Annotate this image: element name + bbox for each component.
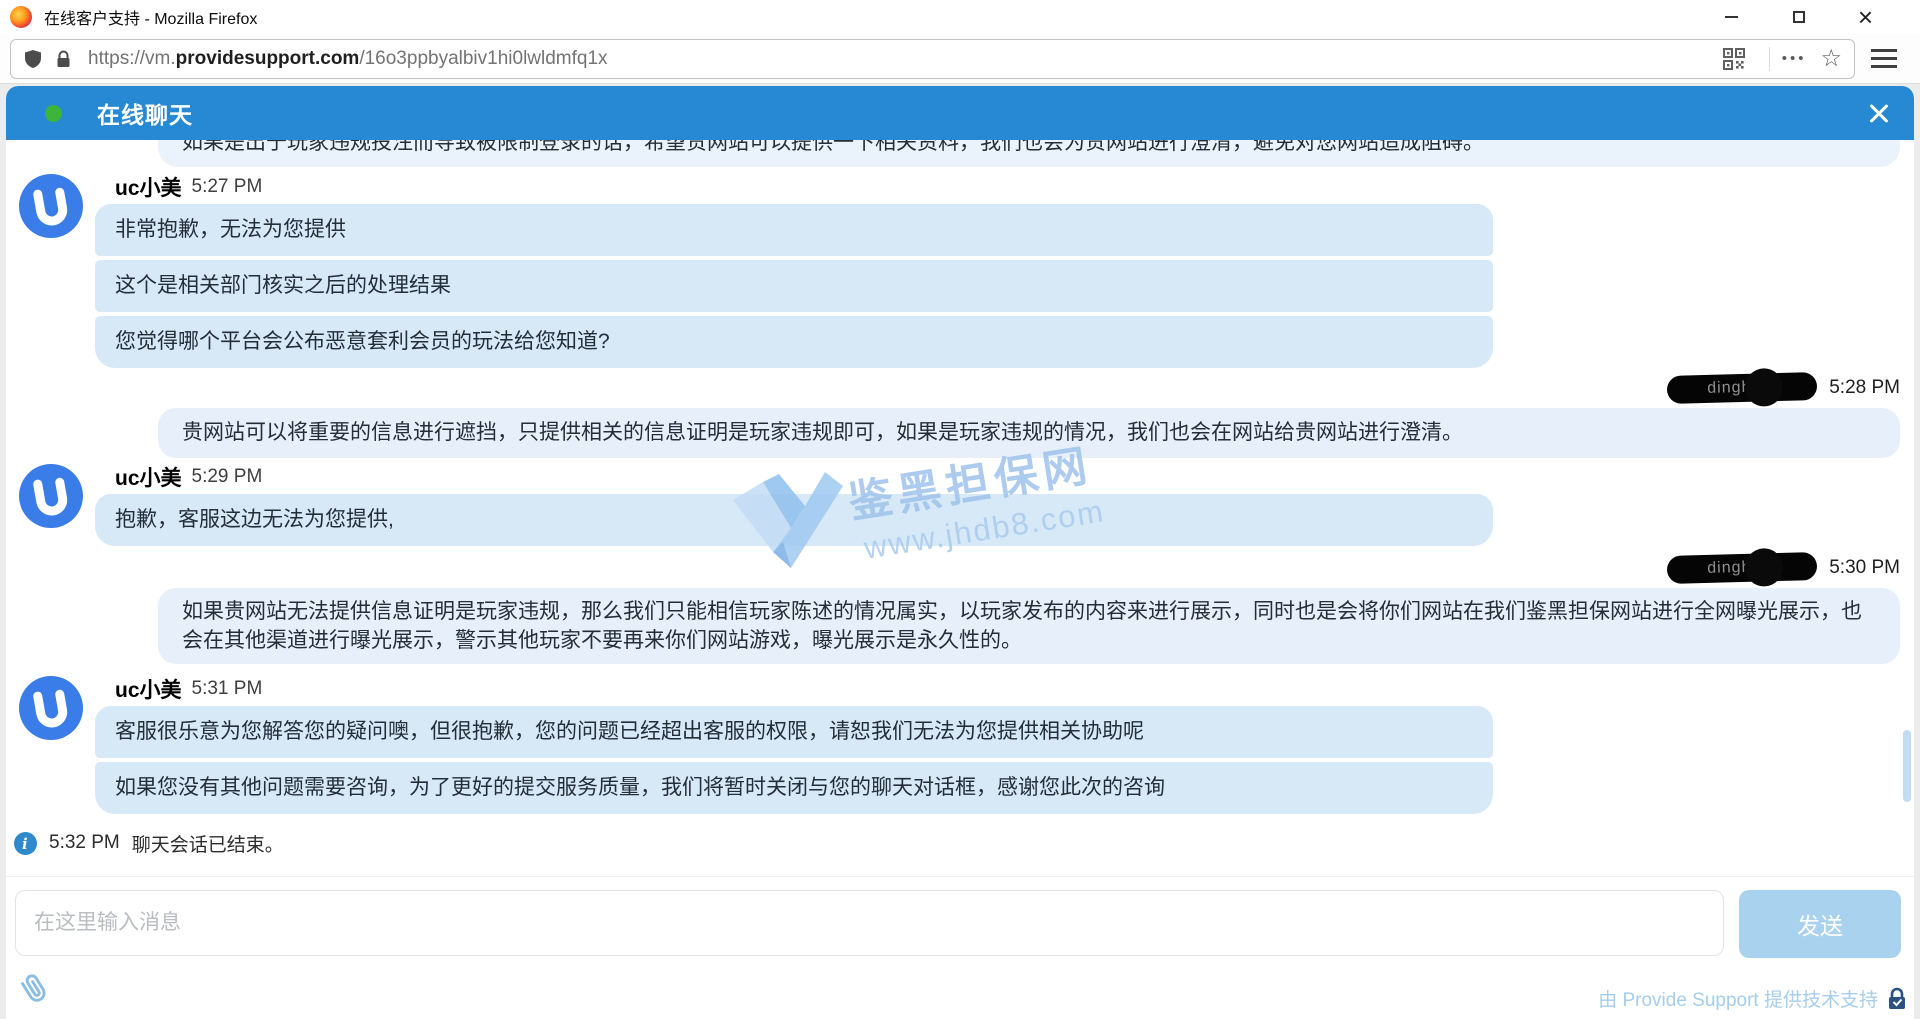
message-bubble: 客服很乐意为您解答您的疑问噢，但很抱歉，您的问题已经超出客服的权限，请恕我们无法… — [95, 706, 1493, 758]
user-message-group: dingh an 5:30 PM 如果贵网站无法提供信息证明是玩家违规，那么我们… — [20, 554, 1900, 664]
minimize-icon — [1725, 16, 1738, 18]
close-icon: × — [1858, 4, 1873, 30]
page-background: 在线聊天 如果是出于玩家违规投注而导致被限制登录的话，希望贵网站可以提供一下相关… — [0, 84, 1920, 1019]
scrollbar-thumb[interactable] — [1903, 730, 1911, 802]
agent-name: uc小美 — [115, 462, 182, 492]
agent-message-group: uc小美 5:31 PM 客服很乐意为您解答您的疑问噢，但很抱歉，您的问题已经超… — [20, 676, 1900, 814]
url-path: /16o3ppbyalbiv1hi0lwldmfq1x — [359, 48, 607, 69]
agent-name: uc小美 — [115, 172, 182, 202]
firefox-icon — [10, 6, 32, 28]
agent-name: uc小美 — [115, 674, 182, 704]
message-bubble: 这个是相关部门核实之后的处理结果 — [95, 260, 1493, 312]
chat-title: 在线聊天 — [97, 96, 193, 130]
chat-widget: 在线聊天 如果是出于玩家违规投注而导致被限制登录的话，希望贵网站可以提供一下相关… — [6, 86, 1914, 1019]
qr-code-icon[interactable] — [1723, 48, 1745, 70]
message-bubble: 抱歉，客服这边无法为您提供, — [95, 494, 1493, 546]
chat-message-list[interactable]: 如果是出于玩家违规投注而导致被限制登录的话，希望贵网站可以提供一下相关资料，我们… — [6, 140, 1914, 876]
minimize-button[interactable] — [1698, 0, 1765, 34]
url-domain: providesupport.com — [176, 48, 360, 69]
secure-lock-icon — [1886, 987, 1908, 1011]
online-status-dot — [45, 105, 62, 122]
message-time: 5:31 PM — [192, 678, 263, 700]
url-bar[interactable]: https://vm.providesupport.com/16o3ppbyal… — [10, 39, 1855, 79]
message-bubble: 如果您没有其他问题需要咨询，为了更好的提交服务质量，我们将暂时关闭与您的聊天对话… — [95, 762, 1493, 814]
powered-by-text: 由 Provide Support 提供技术支持 — [1598, 985, 1878, 1012]
bookmark-star-icon[interactable]: ☆ — [1820, 48, 1842, 70]
chat-header: 在线聊天 — [6, 86, 1914, 140]
message-bubble: 如果贵网站无法提供信息证明是玩家违规，那么我们只能相信玩家陈述的情况属实，以玩家… — [158, 588, 1900, 664]
https-lock-icon[interactable] — [55, 50, 72, 68]
message-time: 5:29 PM — [192, 466, 263, 488]
url-text[interactable]: https://vm.providesupport.com/16o3ppbyal… — [88, 48, 608, 70]
svg-text:i: i — [22, 835, 28, 853]
redacted-name-blob: dingh an — [1667, 552, 1818, 584]
message-bubble: 贵网站可以将重要的信息进行遮挡，只提供相关的信息证明是玩家违规即可，如果是玩家违… — [158, 408, 1900, 458]
message-input[interactable] — [15, 890, 1724, 956]
restore-icon — [1793, 11, 1805, 23]
message-time: 5:27 PM — [192, 176, 263, 198]
url-scheme: https://vm. — [88, 48, 176, 69]
chat-footer: 由 Provide Support 提供技术支持 — [6, 962, 1914, 1019]
browser-toolbar: https://vm.providesupport.com/16o3ppbyal… — [0, 34, 1920, 84]
message-bubble: 非常抱歉，无法为您提供 — [95, 204, 1493, 256]
message-time: 5:30 PM — [1829, 557, 1900, 579]
chat-close-icon[interactable] — [1866, 101, 1892, 127]
attachment-paperclip-icon[interactable] — [18, 972, 52, 1013]
menu-hamburger-icon[interactable] — [1871, 49, 1897, 68]
info-icon: i — [14, 832, 37, 855]
restore-button[interactable] — [1765, 0, 1832, 34]
powered-by[interactable]: 由 Provide Support 提供技术支持 — [1598, 985, 1908, 1012]
browser-window: 在线客户支持 - Mozilla Firefox × https://vm.pr… — [0, 0, 1920, 1019]
message-bubble-partial: 如果是出于玩家违规投注而导致被限制登录的话，希望贵网站可以提供一下相关资料，我们… — [158, 140, 1900, 167]
window-titlebar: 在线客户支持 - Mozilla Firefox × — [0, 0, 1920, 34]
message-time: 5:28 PM — [1829, 377, 1900, 399]
composer: 发送 — [6, 876, 1914, 962]
system-message: i 5:32 PM 聊天会话已结束。 — [14, 830, 1900, 856]
close-window-button[interactable]: × — [1832, 0, 1899, 34]
user-message-group: dingh an 5:28 PM 贵网站可以将重要的信息进行遮挡，只提供相关的信… — [20, 374, 1900, 458]
agent-avatar — [19, 464, 83, 528]
agent-message-group: uc小美 5:29 PM 抱歉，客服这边无法为您提供, — [20, 464, 1900, 546]
message-bubble: 您觉得哪个平台会公布恶意套利会员的玩法给您知道? — [95, 316, 1493, 368]
agent-avatar — [19, 174, 83, 238]
send-button[interactable]: 发送 — [1739, 890, 1901, 958]
page-actions-icon[interactable]: ••• — [1782, 50, 1807, 67]
system-text: 聊天会话已结束。 — [132, 830, 284, 857]
redacted-name-blob: dingh an — [1667, 372, 1818, 404]
agent-avatar — [19, 676, 83, 740]
tracking-shield-icon[interactable] — [23, 49, 43, 69]
window-title: 在线客户支持 - Mozilla Firefox — [44, 5, 257, 29]
system-time: 5:32 PM — [49, 832, 120, 854]
agent-message-group: uc小美 5:27 PM 非常抱歉，无法为您提供 这个是相关部门核实之后的处理结… — [20, 174, 1900, 368]
